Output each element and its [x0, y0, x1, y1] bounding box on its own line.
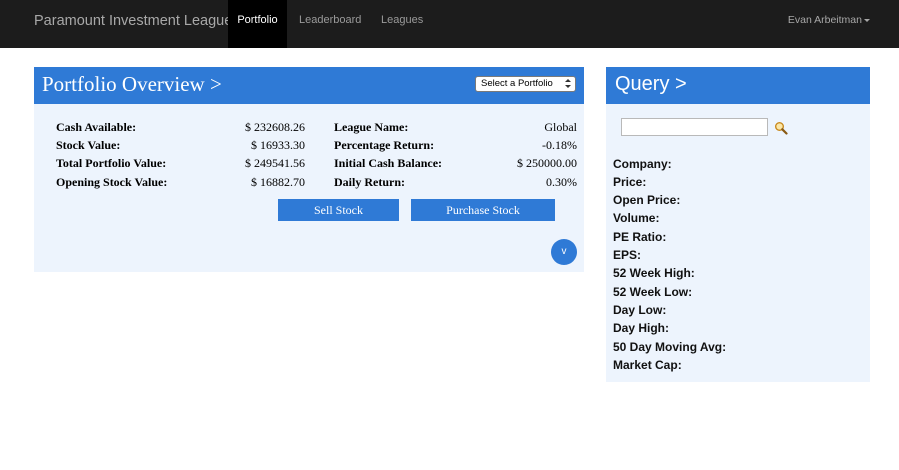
- purchase-stock-button[interactable]: Purchase Stock: [411, 199, 555, 221]
- portfolio-title[interactable]: Portfolio Overview >: [42, 72, 222, 97]
- portfolio-overview-panel: Portfolio Overview > Select a Portfolio …: [34, 67, 584, 272]
- brand-logo-text[interactable]: Paramount Investment League: [34, 13, 232, 29]
- query-field-price: Price:: [613, 175, 647, 189]
- stock-value-value: $ 16933.30: [251, 138, 305, 152]
- portfolio-select-value: Select a Portfolio: [481, 78, 553, 89]
- query-field-volume: Volume:: [613, 211, 660, 225]
- caret-down-icon: [864, 18, 870, 22]
- league-name-label: League Name:: [334, 120, 409, 134]
- nav-item-leaderboard[interactable]: Leaderboard: [299, 0, 361, 48]
- user-menu[interactable]: Evan Arbeitman: [788, 0, 870, 41]
- query-title[interactable]: Query >: [615, 73, 687, 96]
- query-field-pe-ratio: PE Ratio:: [613, 230, 667, 244]
- league-name-value: Global: [544, 120, 577, 134]
- portfolio-panel-header: Portfolio Overview > Select a Portfolio: [34, 67, 584, 104]
- ticker-search-input[interactable]: [621, 118, 768, 136]
- expand-chevron-button[interactable]: v: [551, 239, 577, 265]
- cash-available-value: $ 232608.26: [245, 120, 305, 134]
- nav-item-portfolio[interactable]: Portfolio: [228, 0, 287, 48]
- magnifier-icon[interactable]: [774, 121, 788, 135]
- daily-return-value: 0.30%: [546, 175, 577, 189]
- query-field-50-day-moving-avg: 50 Day Moving Avg:: [613, 340, 727, 354]
- query-field-day-low: Day Low:: [613, 303, 667, 317]
- query-field-open-price: Open Price:: [613, 193, 681, 207]
- query-field-company: Company:: [613, 157, 672, 171]
- initial-cash-balance-label: Initial Cash Balance:: [334, 156, 443, 170]
- percentage-return-value: -0.18%: [542, 138, 577, 152]
- user-name: Evan Arbeitman: [787, 14, 862, 26]
- query-field-52-week-high: 52 Week High:: [613, 266, 695, 280]
- query-field-day-high: Day High:: [613, 321, 670, 335]
- opening-stock-value-value: $ 16882.70: [251, 175, 305, 189]
- nav-item-leagues[interactable]: Leagues: [381, 0, 423, 48]
- query-field-eps: EPS:: [613, 248, 642, 262]
- cash-available-label: Cash Available:: [56, 120, 137, 134]
- query-field-52-week-low: 52 Week Low:: [613, 285, 693, 299]
- total-portfolio-value-label: Total Portfolio Value:: [56, 156, 167, 170]
- sell-stock-button[interactable]: Sell Stock: [278, 199, 399, 221]
- opening-stock-value-label: Opening Stock Value:: [56, 175, 168, 189]
- query-field-market-cap: Market Cap:: [613, 358, 682, 372]
- select-arrows-icon: [565, 79, 571, 89]
- percentage-return-label: Percentage Return:: [334, 138, 435, 152]
- initial-cash-balance-value: $ 250000.00: [517, 156, 577, 170]
- query-panel-header: Query >: [606, 67, 870, 104]
- portfolio-select[interactable]: Select a Portfolio: [475, 76, 576, 92]
- top-navbar: Paramount Investment League Portfolio Le…: [0, 0, 899, 48]
- stock-value-label: Stock Value:: [56, 138, 121, 152]
- total-portfolio-value-value: $ 249541.56: [245, 156, 305, 170]
- daily-return-label: Daily Return:: [334, 175, 405, 189]
- query-panel: Query > Company: Price: Open Price: Volu…: [606, 67, 870, 382]
